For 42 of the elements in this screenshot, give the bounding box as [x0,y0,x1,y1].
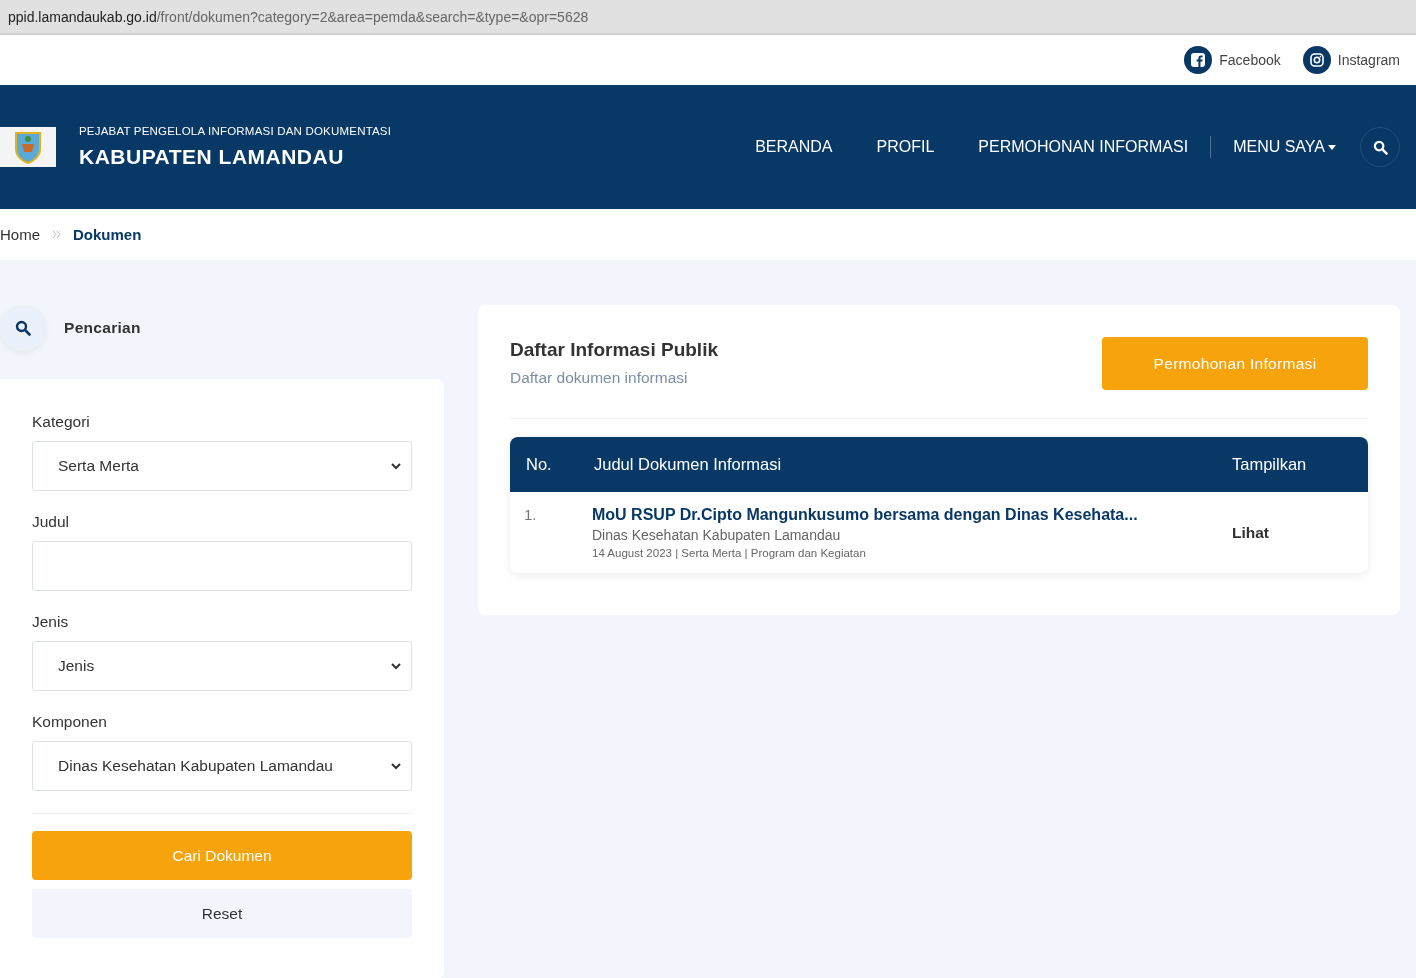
field-label: Kategori [32,413,91,431]
chevron-down-icon [391,662,401,670]
chevron-down-icon [391,762,401,770]
caret-icon [1328,144,1336,150]
address-bar-url[interactable]: ppid.lamandaukab.go.id/front/dokumen?category=2&area=pemda&search=&type=&opr=5628 [8,8,589,25]
column-header: No. [525,455,553,474]
column-header: Judul Dokumen Informasi [593,455,783,474]
nav-link[interactable]: MENU SAYA [1211,138,1358,156]
chevron-down-icon [391,462,401,470]
reset-button[interactable]: Reset [32,889,412,938]
document-meta: 14 August 2023 | Serta Merta | Program dan Kegiatan [592,547,867,559]
chevron-right-icon [52,230,61,239]
select-field[interactable]: Jenis [32,641,412,691]
social-link[interactable]: Instagram [1337,52,1400,68]
card-title: Daftar Informasi Publik [510,339,718,361]
input-field[interactable] [32,541,412,591]
instagram-icon[interactable] [1302,46,1331,74]
field-label: Komponen [32,713,108,731]
social-link[interactable]: Facebook [1219,52,1281,68]
search-panel-title: Pencarian [64,319,141,337]
nav-link[interactable]: BERANDA [733,138,855,156]
field-label: Judul [32,513,71,531]
column-header: Tampilkan [1232,455,1308,474]
nav-link[interactable]: PROFIL [854,138,957,156]
card-subtitle: Daftar dokumen informasi [510,369,689,387]
search-button[interactable] [1360,127,1400,167]
header-title: KABUPATEN LAMANDAU [79,145,345,169]
header-subtitle: PEJABAT PENGELOLA INFORMASI DAN DOKUMENTASI [79,125,393,137]
search-icon [15,320,31,336]
facebook-icon[interactable] [1184,46,1213,74]
row-number: 1. [523,506,538,523]
field-label: Jenis [32,613,70,631]
breadcrumb-link[interactable]: Dokumen [73,226,142,243]
document-title-link[interactable]: MoU RSUP Dr.Cipto Mangunkusumo bersama dengan Dinas Kesehata... [592,506,1232,524]
nav-link[interactable]: PERMOHONAN INFORMASI [956,138,1211,156]
regency-emblem-logo [0,127,56,167]
select-field[interactable]: Serta Merta [32,441,412,491]
search-icon [1372,139,1388,155]
document-agency: Dinas Kesehatan Kabupaten Lamandau [592,527,842,543]
breadcrumb-link[interactable]: Home [0,226,40,243]
select-field[interactable]: Dinas Kesehatan Kabupaten Lamandau [32,741,412,791]
view-link[interactable]: Lihat [1232,523,1368,542]
